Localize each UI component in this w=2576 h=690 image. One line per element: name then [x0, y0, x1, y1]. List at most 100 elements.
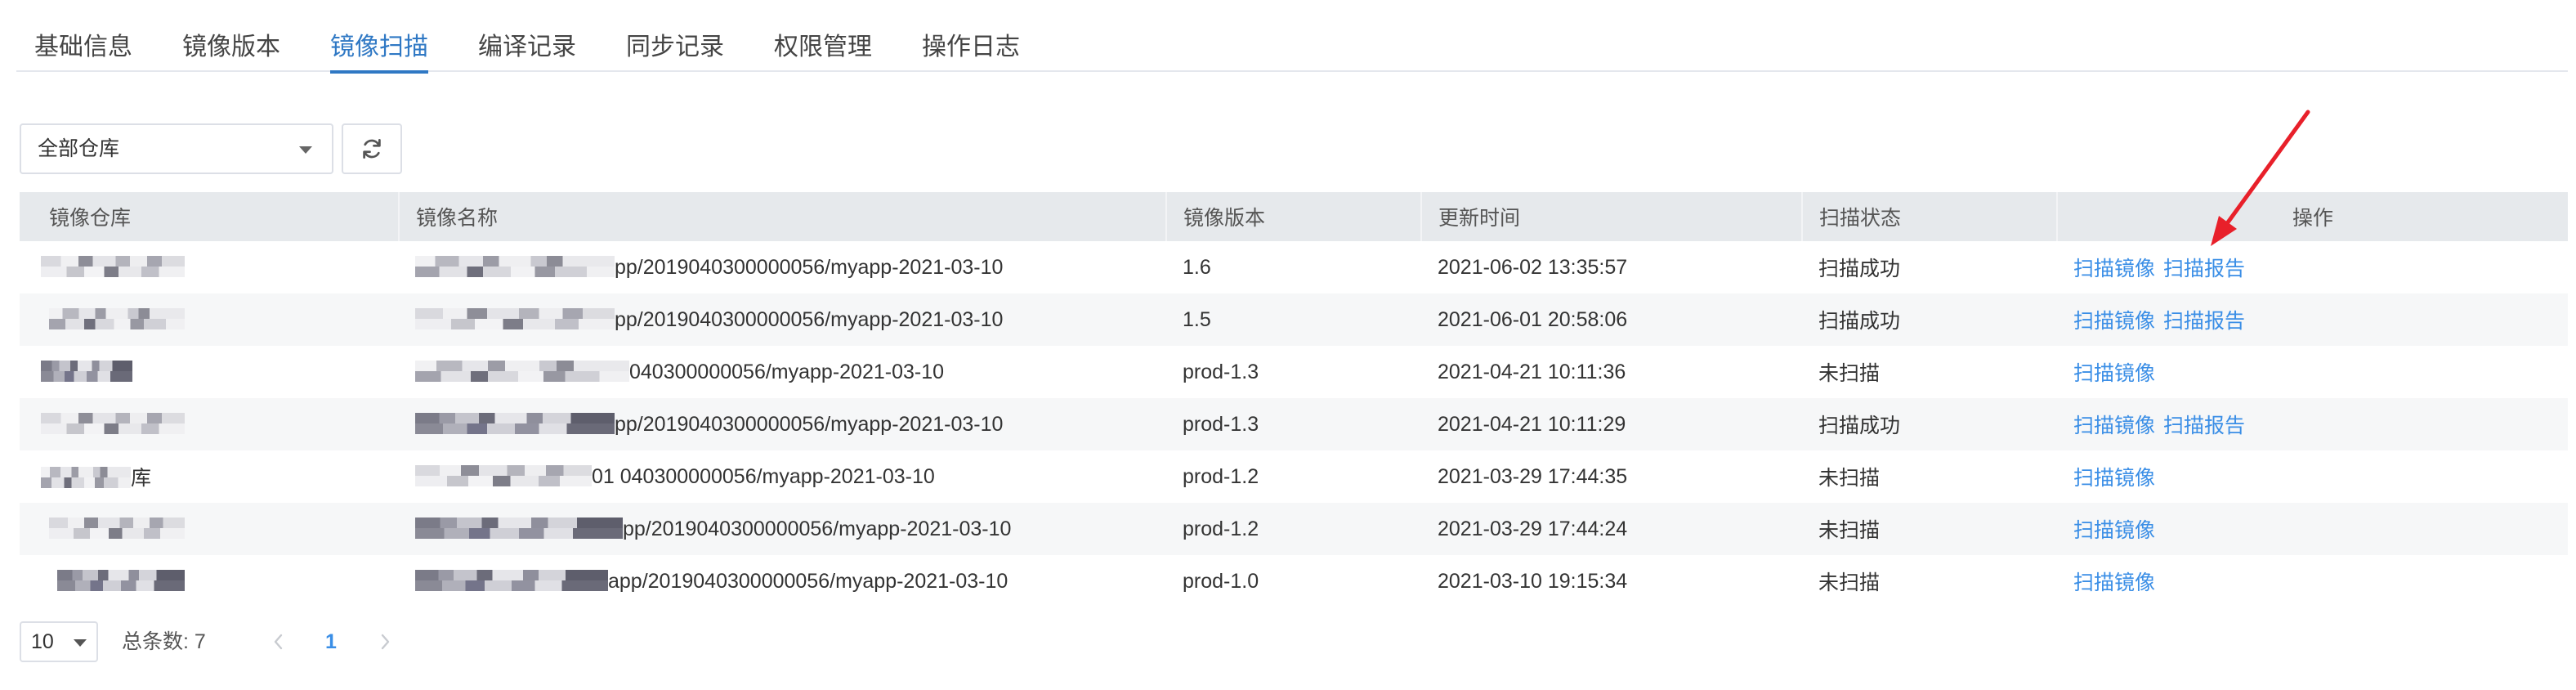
cell-repository [20, 503, 399, 555]
repository-select[interactable]: 全部仓库 [20, 123, 333, 174]
cell-repository [20, 241, 399, 293]
tab-permissions[interactable]: 权限管理 [774, 0, 872, 72]
scan-image-link[interactable]: 扫描镜像 [2073, 258, 2155, 280]
redacted-mosaic [49, 307, 185, 329]
cell-scan-status: 扫描成功 [1818, 258, 1901, 280]
cell-updated-time: 2021-03-10 19:15:34 [1438, 569, 1628, 593]
image-name-text: pp/2019040300000056/myapp-2021-03-10 [615, 255, 1004, 279]
repository-select-value: 全部仓库 [38, 137, 120, 160]
redacted-mosaic [415, 412, 615, 434]
tab-build-records[interactable]: 编译记录 [478, 0, 576, 72]
cell-repository: 库 [20, 450, 399, 503]
cell-image-name: app/2019040300000056/myapp-2021-03-10 [399, 555, 1166, 607]
cell-image-name: pp/2019040300000056/myapp-2021-03-10 [399, 293, 1166, 346]
chevron-down-icon [74, 639, 87, 647]
cell-updated-time: 2021-06-02 13:35:57 [1438, 255, 1628, 279]
refresh-button[interactable] [342, 123, 402, 174]
redacted-mosaic [415, 517, 623, 539]
cell-updated-time: 2021-03-29 17:44:24 [1421, 503, 1802, 555]
image-name-text: pp/2019040300000056/myapp-2021-03-10 [623, 517, 1012, 540]
redacted-mosaic [49, 517, 185, 539]
table-row: pp/2019040300000056/myapp-2021-03-10 pro… [20, 503, 2568, 555]
redacted-mosaic [57, 569, 185, 591]
cell-scan-status: 未扫描 [1818, 362, 1881, 385]
next-page-button[interactable] [364, 621, 405, 662]
redacted-mosaic [41, 360, 132, 382]
table-row: pp/2019040300000056/myapp-2021-03-10 1.6… [20, 241, 2568, 293]
redacted-mosaic [415, 360, 629, 382]
scan-image-link[interactable]: 扫描镜像 [2073, 467, 2155, 490]
cell-scan-status: 扫描成功 [1802, 398, 2057, 450]
tab-image-versions[interactable]: 镜像版本 [182, 0, 280, 72]
header-image-name: 镜像名称 [399, 192, 1167, 241]
table-header-row: 镜像仓库 镜像名称 镜像版本 更新时间 扫描状态 操作 [20, 192, 2568, 241]
refresh-icon [363, 139, 381, 159]
scan-image-link[interactable]: 扫描镜像 [2073, 519, 2155, 542]
tab-basic-info[interactable]: 基础信息 [34, 0, 132, 72]
header-scan-status: 扫描状态 [1802, 192, 2058, 241]
scan-image-link[interactable]: 扫描镜像 [2073, 571, 2155, 594]
cell-repository [20, 293, 399, 346]
image-scan-table: 镜像仓库 镜像名称 镜像版本 更新时间 扫描状态 操作 pp/201904030… [20, 192, 2568, 607]
cell-version: prod-1.0 [1183, 569, 1259, 593]
cell-image-name: pp/2019040300000056/myapp-2021-03-10 [399, 241, 1166, 293]
scan-image-link[interactable]: 扫描镜像 [2073, 362, 2155, 385]
tab-image-scan[interactable]: 镜像扫描 [330, 0, 428, 74]
header-actions: 操作 [2057, 192, 2568, 241]
cell-version: prod-1.3 [1166, 398, 1421, 450]
cell-actions: 扫描镜像 扫描报告 [2057, 241, 2568, 293]
cell-version: 1.6 [1183, 255, 1211, 279]
image-name-text: pp/2019040300000056/myapp-2021-03-10 [615, 307, 1004, 331]
cell-updated-time: 2021-03-29 17:44:35 [1438, 464, 1628, 488]
cell-scan-status: 扫描成功 [1802, 293, 2057, 346]
scan-image-link[interactable]: 扫描镜像 [2073, 310, 2155, 333]
scan-report-link[interactable]: 扫描报告 [2163, 258, 2245, 280]
scan-image-link[interactable]: 扫描镜像 [2073, 414, 2155, 437]
page-size-select[interactable]: 10 [20, 621, 98, 662]
cell-image-name: 040300000056/myapp-2021-03-10 [399, 346, 1166, 398]
table-row: pp/2019040300000056/myapp-2021-03-10 pro… [20, 398, 2568, 450]
scan-report-link[interactable]: 扫描报告 [2163, 310, 2245, 333]
tab-sync-records[interactable]: 同步记录 [626, 0, 724, 72]
cell-image-name: 01 040300000056/myapp-2021-03-10 [399, 450, 1166, 503]
header-repository: 镜像仓库 [20, 192, 400, 241]
repository-text: 库 [131, 467, 152, 490]
page-size-value: 10 [31, 630, 54, 653]
tab-bar: 基础信息 镜像版本 镜像扫描 编译记录 同步记录 权限管理 操作日志 [16, 0, 2568, 74]
cell-scan-status: 未扫描 [1818, 571, 1881, 594]
cell-version: prod-1.2 [1183, 464, 1259, 488]
table-row: 040300000056/myapp-2021-03-10 prod-1.3 2… [20, 346, 2568, 398]
image-name-text: pp/2019040300000056/myapp-2021-03-10 [615, 412, 1004, 436]
image-name-text: 040300000056/myapp-2021-03-10 [629, 360, 945, 383]
redacted-mosaic [415, 307, 615, 329]
total-count: 总条数: 7 [122, 630, 206, 653]
image-name-text: 01 040300000056/myapp-2021-03-10 [592, 464, 935, 488]
cell-scan-status: 未扫描 [1818, 467, 1881, 490]
cell-updated-time: 2021-06-01 20:58:06 [1421, 293, 1802, 346]
table-row: pp/2019040300000056/myapp-2021-03-10 1.5… [20, 293, 2568, 346]
cell-repository [20, 346, 399, 398]
cell-actions: 扫描镜像 [2057, 346, 2568, 398]
redacted-mosaic [415, 255, 615, 277]
cell-updated-time: 2021-04-21 10:11:36 [1438, 360, 1626, 383]
cell-actions: 扫描镜像 [2057, 450, 2568, 503]
cell-image-name: pp/2019040300000056/myapp-2021-03-10 [399, 398, 1166, 450]
prev-page-button[interactable] [258, 621, 299, 662]
cell-repository [20, 555, 399, 607]
chevron-left-icon [274, 634, 283, 650]
tab-operation-log[interactable]: 操作日志 [922, 0, 1020, 72]
scan-report-link[interactable]: 扫描报告 [2163, 414, 2245, 437]
cell-updated-time: 2021-04-21 10:11:29 [1421, 398, 1802, 450]
page-number-current[interactable]: 1 [311, 621, 351, 662]
cell-scan-status: 未扫描 [1802, 503, 2057, 555]
cell-version: prod-1.2 [1166, 503, 1421, 555]
cell-actions: 扫描镜像 [2057, 555, 2568, 607]
chevron-right-icon [381, 634, 390, 650]
image-name-text: app/2019040300000056/myapp-2021-03-10 [608, 569, 1008, 593]
cell-actions: 扫描镜像 [2057, 503, 2568, 555]
redacted-mosaic [415, 569, 608, 591]
redacted-mosaic [41, 467, 131, 489]
redacted-mosaic [415, 464, 592, 486]
redacted-mosaic [41, 412, 185, 434]
cell-image-name: pp/2019040300000056/myapp-2021-03-10 [399, 503, 1166, 555]
